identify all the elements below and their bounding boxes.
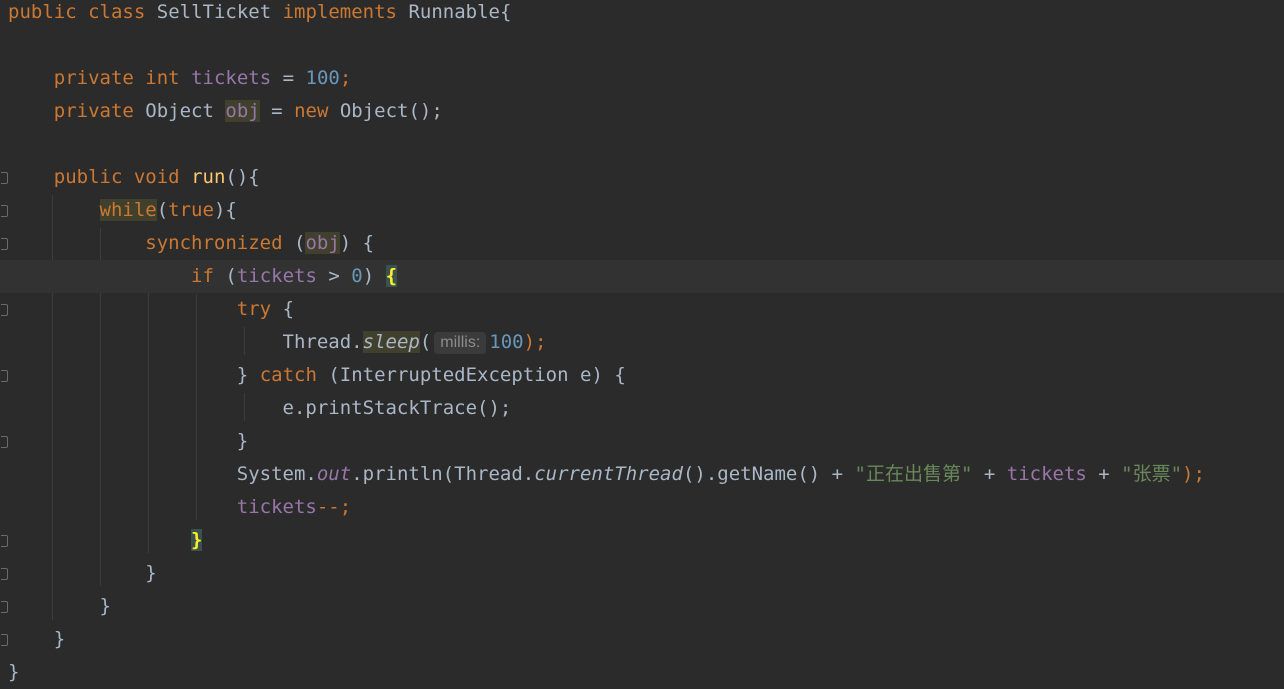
method-call-token: e.printStackTrace(); [282,397,512,419]
code-line[interactable]: e.printStackTrace(); [0,392,1284,425]
field-token: tickets [1006,463,1087,485]
code-editor[interactable]: public class SellTicket implements Runna… [0,0,1284,688]
field-token: tickets [191,67,272,89]
punctuation-token: { [282,298,295,320]
punctuation-token: ) { [339,232,375,254]
punctuation-token: (){ [225,166,260,188]
punctuation-token: } [53,628,66,650]
code-line[interactable]: Thread.sleep(millis: 100); [0,326,1284,359]
semicolon-token: ; [339,67,352,89]
field-token: obj [305,232,340,254]
code-line[interactable]: } [0,425,1284,458]
operator-token: = [282,67,295,89]
keyword-token: public [8,1,77,23]
static-field-token: out [316,463,352,485]
string-token: "张票" [1121,463,1183,485]
method-name-token: run [191,166,226,188]
operator-token: > [328,265,352,287]
operator-token: + [1086,463,1122,485]
keyword-token: synchronized [145,232,283,254]
number-token: 100 [305,67,340,89]
string-token: "正在出售第" [854,463,973,485]
code-line[interactable]: } [0,524,1284,557]
class-name-token: System. [236,463,317,485]
class-name-token: Thread. [282,331,363,353]
code-line[interactable]: tickets--; [0,491,1284,524]
keyword-token: public [53,166,123,188]
keyword-token: void [133,166,180,188]
punctuation-token: } [236,430,249,452]
punctuation-token: ( [225,265,237,287]
keyword-token: while [99,199,157,221]
keyword-token: true [168,199,214,221]
code-line[interactable]: synchronized (obj) { [0,227,1284,260]
number-token: 100 [489,331,524,353]
static-method-token: sleep [362,331,420,353]
code-line[interactable]: private int tickets = 100; [0,62,1284,95]
punctuation-token: } [8,661,20,683]
field-token: tickets [236,265,317,287]
keyword-token: private [53,67,134,89]
field-token: tickets [236,496,317,518]
code-line[interactable]: try { [0,293,1284,326]
exception-param-token: (InterruptedException e) { [328,364,626,386]
code-line[interactable]: } catch (InterruptedException e) { [0,359,1284,392]
punctuation-token: ); [1182,463,1205,485]
code-line[interactable]: } [0,623,1284,656]
method-call-token: ().getName() + [682,463,855,485]
keyword-token: if [191,265,214,287]
keyword-token: implements [282,1,397,23]
punctuation-token: ( [419,331,432,353]
matched-brace-token: } [191,529,203,551]
constructor-call-token: Object(); [339,100,443,122]
punctuation-token: ( [294,232,306,254]
punctuation-token: } [145,562,157,584]
keyword-token: catch [259,364,317,386]
punctuation-token: } [99,595,111,617]
method-call-token: .println(Thread. [351,463,535,485]
keyword-token: try [236,298,272,320]
code-line[interactable]: private Object obj = new Object(); [0,95,1284,128]
static-method-token: currentThread [534,463,683,485]
field-token: obj [225,100,260,122]
code-line[interactable]: System.out.println(Thread.currentThread(… [0,458,1284,491]
current-code-line[interactable]: if (tickets > 0) { [0,260,1284,293]
code-line[interactable]: } [0,557,1284,590]
keyword-token: class [88,1,146,23]
code-line[interactable]: public void run(){ [0,161,1284,194]
operator-token: --; [316,496,352,518]
code-line[interactable]: } [0,656,1284,689]
punctuation-token: ) [362,265,386,287]
operator-token: = [271,100,283,122]
code-line[interactable]: while(true){ [0,194,1284,227]
number-token: 0 [351,265,363,287]
parameter-hint: millis: [434,332,487,354]
punctuation-token: } [236,364,249,386]
keyword-token: new [294,100,329,122]
type-token: Object [145,100,214,122]
punctuation-token: ){ [213,199,237,221]
code-line[interactable]: public class SellTicket implements Runna… [0,0,1284,29]
keyword-token: private [53,100,134,122]
code-line[interactable]: } [0,590,1284,623]
punctuation-token: ); [523,331,547,353]
interface-name-token: Runnable{ [408,1,512,23]
keyword-token: int [145,67,180,89]
class-name-token: SellTicket [156,1,272,23]
operator-token: + [972,463,1007,485]
matched-brace-token: { [385,265,398,287]
punctuation-token: ( [156,199,169,221]
